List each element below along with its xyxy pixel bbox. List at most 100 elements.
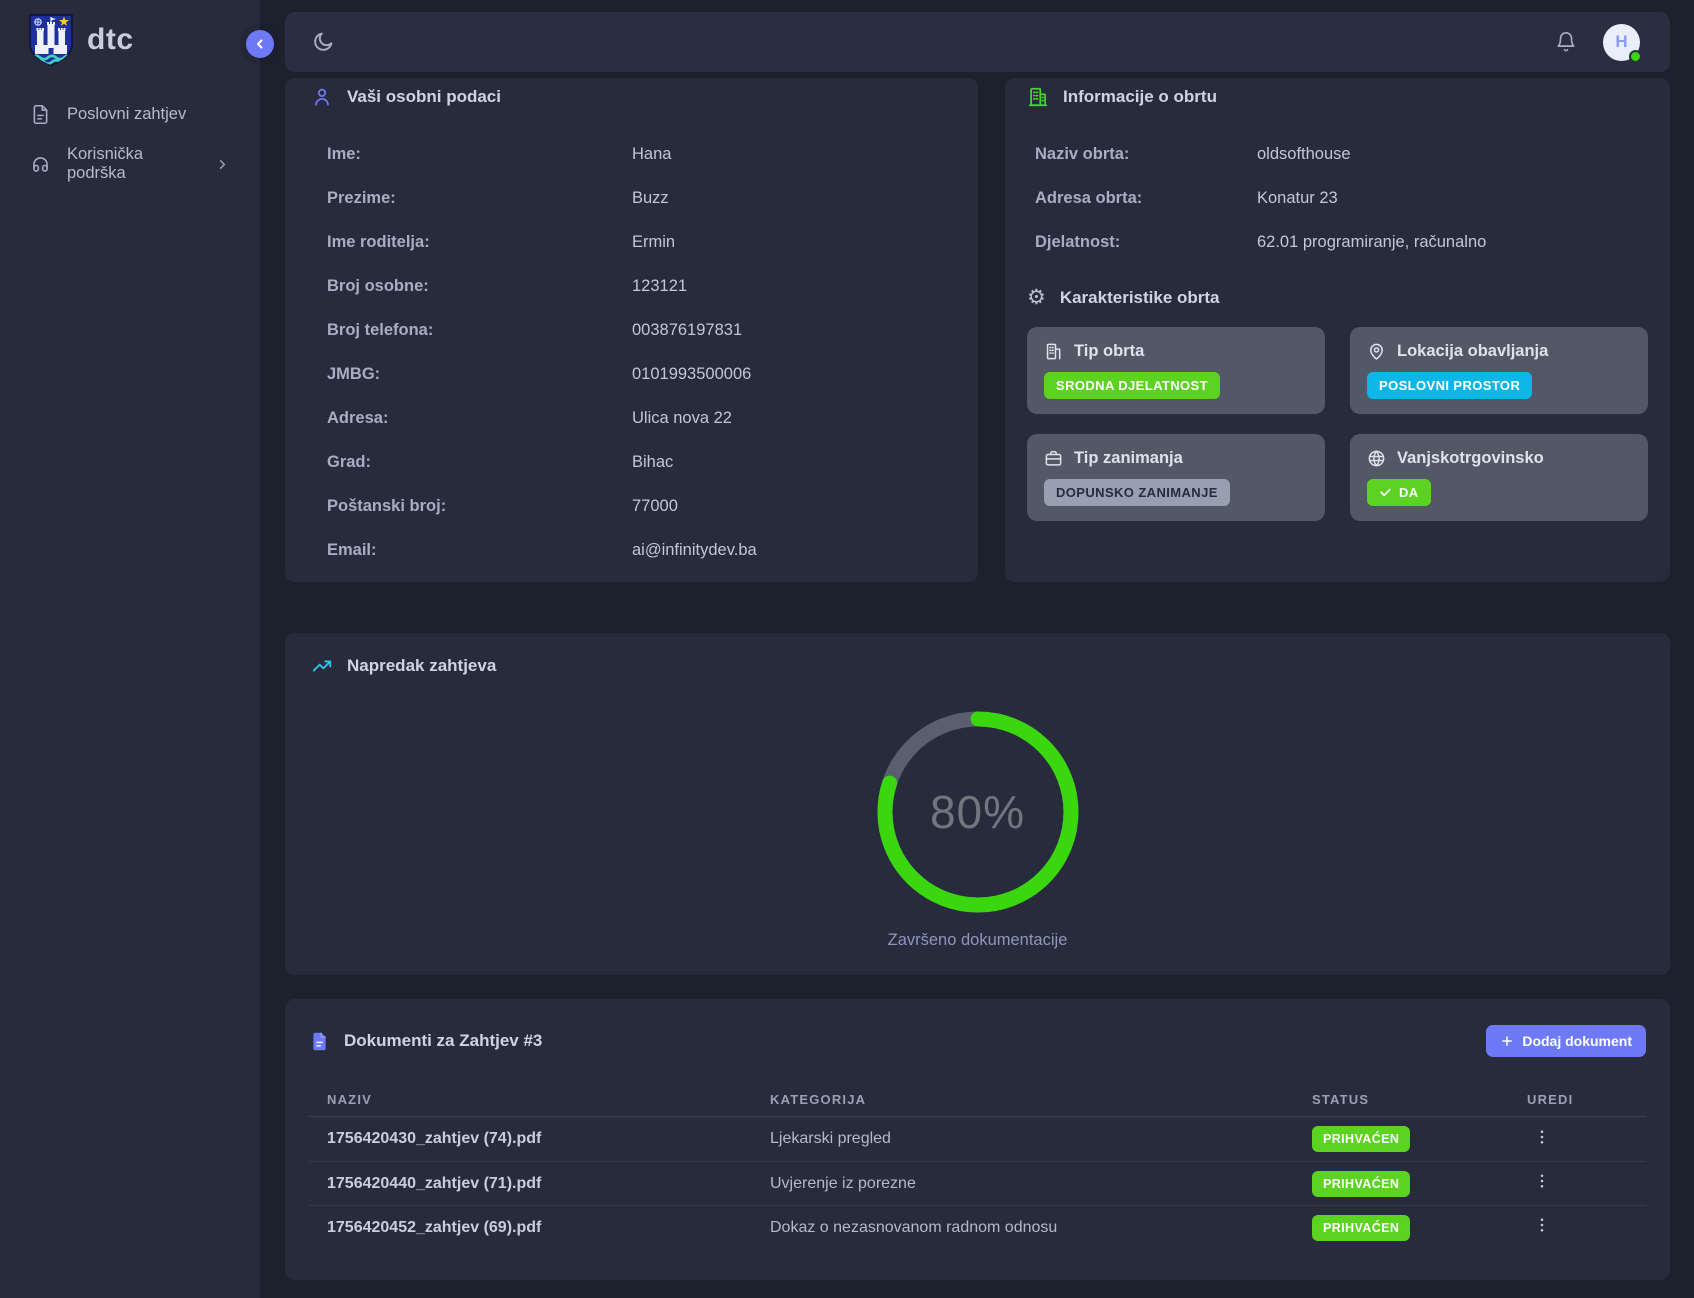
documents-card: Dokumenti za Zahtjev #3 Dodaj dokument N… <box>285 999 1670 1280</box>
row-actions-button[interactable] <box>1533 1128 1551 1146</box>
field-row: JMBG:0101993500006 <box>327 352 952 396</box>
char-card-title: Lokacija obavljanja <box>1397 342 1548 361</box>
documents-header: Dokumenti za Zahtjev #3 Dodaj dokument <box>309 1025 1646 1057</box>
field-value: Ermin <box>632 233 675 252</box>
field-row: Djelatnost:62.01 programiranje, računaln… <box>1035 220 1648 264</box>
plus-icon <box>1500 1034 1514 1048</box>
add-document-button[interactable]: Dodaj dokument <box>1486 1025 1646 1057</box>
status-badge: POSLOVNI PROSTOR <box>1367 372 1532 399</box>
person-icon <box>311 86 333 108</box>
document-icon <box>309 1031 330 1052</box>
field-value: Ulica nova 22 <box>632 409 732 428</box>
field-row: Poštanski broj:77000 <box>327 484 952 528</box>
document-name: 1756420452_zahtjev (69).pdf <box>309 1219 770 1237</box>
field-value: Buzz <box>632 189 669 208</box>
field-label: Ime: <box>327 145 632 164</box>
field-value: Bihac <box>632 453 673 472</box>
sidebar: dtc Poslovni zahtjev Korisnička po <box>0 0 260 1298</box>
documents-table: NAZIV KATEGORIJA STATUS UREDI 1756420430… <box>309 1083 1646 1249</box>
map-pin-icon <box>1367 342 1386 361</box>
user-avatar[interactable]: H <box>1603 24 1640 61</box>
dark-mode-toggle-button[interactable] <box>311 30 335 54</box>
field-value: Konatur 23 <box>1257 189 1338 208</box>
business-fields: Naziv obrta:oldsofthouse Adresa obrta:Ko… <box>1035 132 1648 264</box>
document-category: Uvjerenje iz porezne <box>770 1175 1312 1193</box>
status-badge: DOPUNSKO ZANIMANJE <box>1044 479 1230 506</box>
field-value: Hana <box>632 145 671 164</box>
globe-icon <box>1367 449 1386 468</box>
kebab-menu-icon <box>1533 1216 1551 1234</box>
progress-card: Napredak zahtjeva 80% Završeno dokumenta… <box>285 633 1670 975</box>
progress-percent-label: 80% <box>873 707 1083 917</box>
field-value: 77000 <box>632 497 678 516</box>
char-card-title: Tip zanimanja <box>1074 449 1183 468</box>
field-value: 62.01 programiranje, računalno <box>1257 233 1486 252</box>
table-row: 1756420440_zahtjev (71).pdf Uvjerenje iz… <box>309 1161 1646 1205</box>
field-value: 003876197831 <box>632 321 742 340</box>
sidebar-item-label: Poslovni zahtjev <box>67 105 186 124</box>
field-label: Email: <box>327 541 632 560</box>
characteristics-header: ⚙ Karakteristike obrta <box>1027 287 1648 308</box>
field-row: Broj telefona:003876197831 <box>327 308 952 352</box>
characteristics-title: Karakteristike obrta <box>1060 288 1220 308</box>
field-label: Prezime: <box>327 189 632 208</box>
personal-fields: Ime:Hana Prezime:Buzz Ime roditelja:Ermi… <box>327 132 952 572</box>
sidebar-item-korisnicka-podrska[interactable]: Korisnička podrška <box>0 141 260 187</box>
field-row: Prezime:Buzz <box>327 176 952 220</box>
column-header-naziv: NAZIV <box>309 1092 770 1107</box>
char-card-title: Vanjskotrgovinsko <box>1397 449 1544 468</box>
document-status-badge: PRIHVAĆEN <box>1312 1215 1410 1241</box>
building-icon <box>1027 86 1049 108</box>
field-row: Naziv obrta:oldsofthouse <box>1035 132 1648 176</box>
personal-data-card: Vaši osobni podaci Ime:Hana Prezime:Buzz… <box>285 78 978 582</box>
briefcase-icon <box>1044 449 1063 468</box>
field-value: 123121 <box>632 277 687 296</box>
field-label: Adresa: <box>327 409 632 428</box>
business-info-card: Informacije o obrtu Naziv obrta:oldsofth… <box>1005 78 1670 582</box>
document-name: 1756420440_zahtjev (71).pdf <box>309 1175 770 1193</box>
char-card-tip-obrta: Tip obrta SRODNA DJELATNOST <box>1027 327 1325 414</box>
info-row: Vaši osobni podaci Ime:Hana Prezime:Buzz… <box>285 78 1670 582</box>
field-row: Grad:Bihac <box>327 440 952 484</box>
sidebar-item-poslovni-zahtjev[interactable]: Poslovni zahtjev <box>0 91 260 137</box>
check-icon <box>1379 486 1392 499</box>
personal-card-header: Vaši osobni podaci <box>311 86 952 108</box>
field-row: Email:ai@infinitydev.ba <box>327 528 952 572</box>
headset-icon <box>30 154 51 175</box>
field-value: 0101993500006 <box>632 365 751 384</box>
chevron-right-icon <box>215 157 230 172</box>
document-status-badge: PRIHVAĆEN <box>1312 1126 1410 1152</box>
field-row: Ime roditelja:Ermin <box>327 220 952 264</box>
row-actions-button[interactable] <box>1533 1216 1551 1234</box>
trending-up-icon <box>311 655 333 677</box>
table-row: 1756420452_zahtjev (69).pdf Dokaz o neza… <box>309 1205 1646 1249</box>
row-actions-button[interactable] <box>1533 1172 1551 1190</box>
field-label: Djelatnost: <box>1035 233 1257 252</box>
notifications-button[interactable] <box>1555 31 1577 53</box>
status-badge: SRODNA DJELATNOST <box>1044 372 1220 399</box>
field-label: Poštanski broj: <box>327 497 632 516</box>
document-category: Ljekarski pregled <box>770 1130 1312 1148</box>
table-row: 1756420430_zahtjev (74).pdf Ljekarski pr… <box>309 1117 1646 1161</box>
char-card-lokacija: Lokacija obavljanja POSLOVNI PROSTOR <box>1350 327 1648 414</box>
status-badge-da: DA <box>1367 479 1431 506</box>
moon-icon <box>311 30 335 54</box>
document-name: 1756420430_zahtjev (74).pdf <box>309 1130 770 1148</box>
field-value: oldsofthouse <box>1257 145 1351 164</box>
progress-card-title: Napredak zahtjeva <box>347 656 496 676</box>
building-small-icon <box>1044 342 1063 361</box>
sidebar-collapse-button[interactable] <box>246 30 274 58</box>
field-label: Broj telefona: <box>327 321 632 340</box>
field-label: Ime roditelja: <box>327 233 632 252</box>
field-label: Naziv obrta: <box>1035 145 1257 164</box>
field-row: Adresa obrta:Konatur 23 <box>1035 176 1648 220</box>
gear-icon: ⚙ <box>1027 287 1046 308</box>
field-value: ai@infinitydev.ba <box>632 541 757 560</box>
topbar: H <box>285 12 1670 72</box>
field-row: Ime:Hana <box>327 132 952 176</box>
topbar-actions: H <box>1555 24 1640 61</box>
personal-card-title: Vaši osobni podaci <box>347 87 501 107</box>
column-header-status: STATUS <box>1312 1092 1527 1107</box>
field-label: JMBG: <box>327 365 632 384</box>
char-card-title: Tip obrta <box>1074 342 1144 361</box>
